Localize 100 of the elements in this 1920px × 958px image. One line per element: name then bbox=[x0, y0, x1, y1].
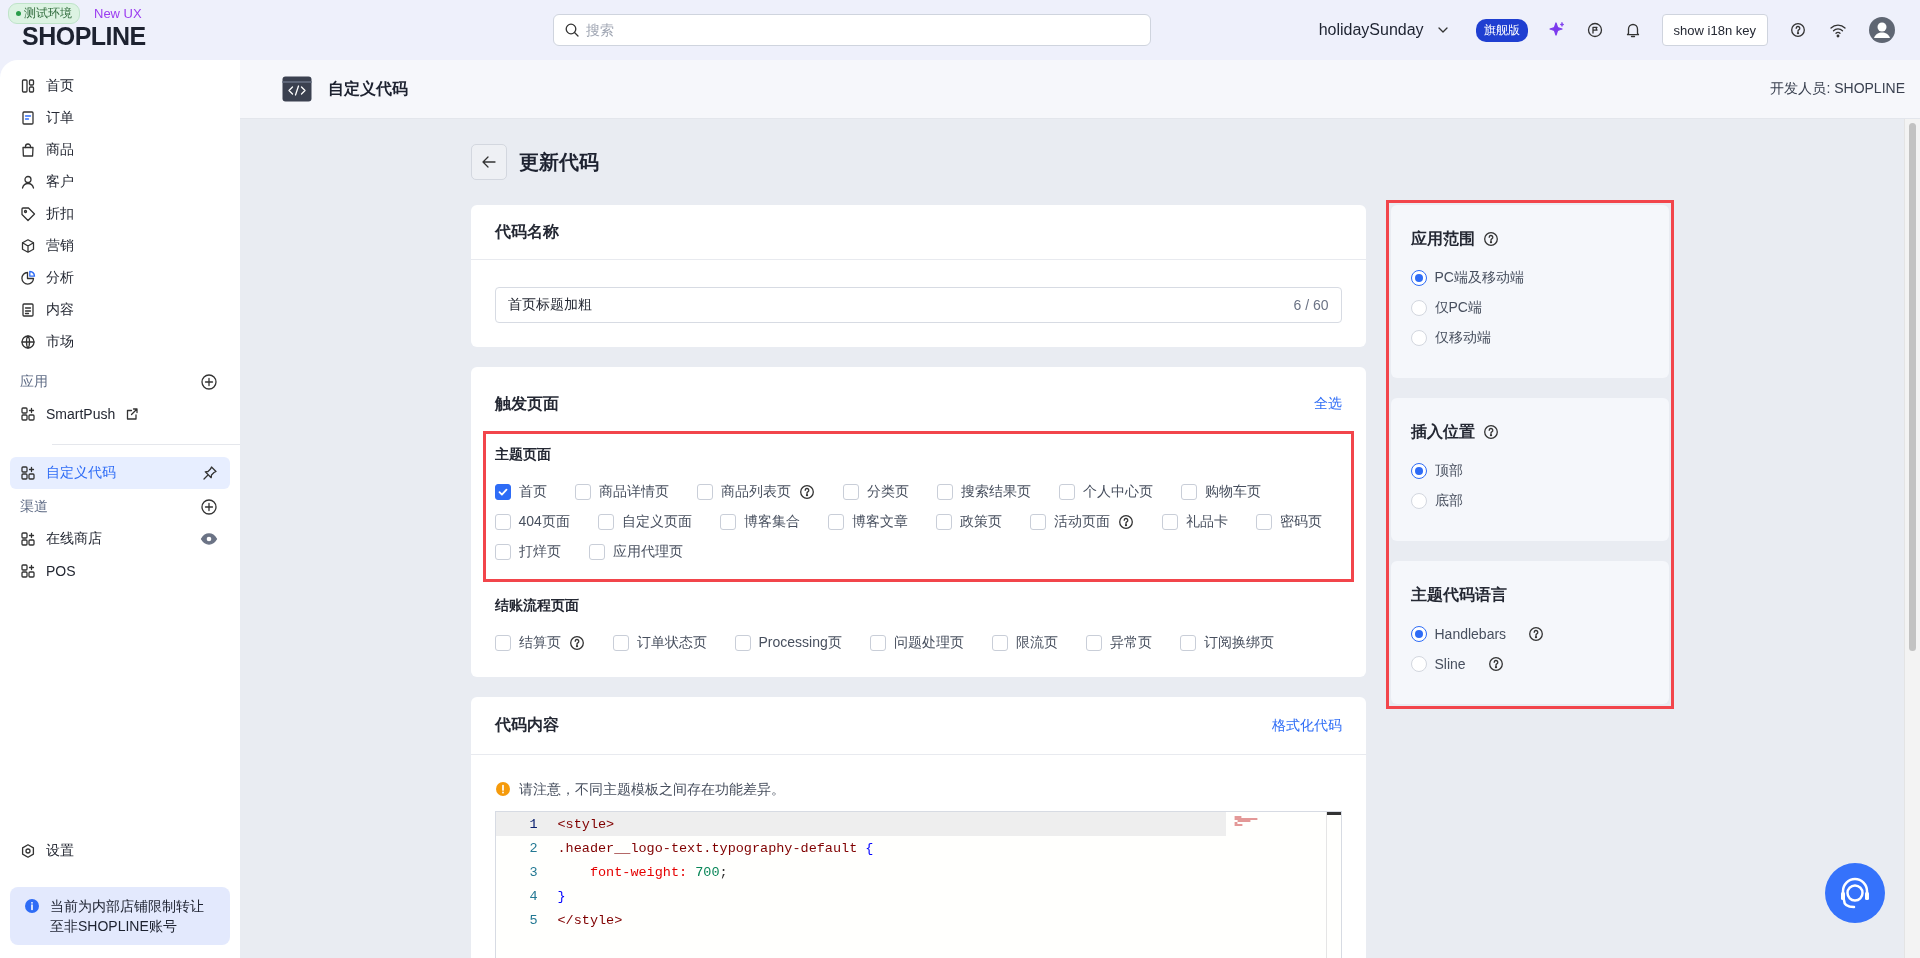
notice-text: 当前为内部店铺限制转让至非SHOPLINE账号 bbox=[50, 897, 204, 936]
store-switcher[interactable]: holidaySunday bbox=[1318, 21, 1450, 39]
help-icon bbox=[1482, 424, 1499, 440]
checkbox-label: 应用代理页 bbox=[612, 543, 683, 561]
help-icon bbox=[1528, 626, 1545, 642]
apps-icon bbox=[20, 531, 36, 547]
checkbox-label: 404页面 bbox=[518, 513, 570, 531]
checkbox-label: 限流页 bbox=[1015, 634, 1058, 652]
checkbox-label: 打烊页 bbox=[518, 543, 561, 561]
checkbox-label: 礼品卡 bbox=[1185, 513, 1228, 531]
sidebar-item[interactable]: 商品 bbox=[10, 134, 230, 166]
support-button[interactable] bbox=[1825, 863, 1885, 923]
checkbox-label: 问题处理页 bbox=[893, 634, 964, 652]
checkbox[interactable] bbox=[494, 484, 511, 500]
apps-icon bbox=[20, 563, 36, 579]
checkbox-label: 活动页面 bbox=[1053, 513, 1110, 531]
i18n-button[interactable]: show i18n key bbox=[1661, 14, 1768, 46]
search-field[interactable]: 搜索 bbox=[553, 14, 1151, 46]
document-icon bbox=[20, 302, 36, 318]
pie-chart-icon bbox=[20, 270, 36, 286]
sidebar-item[interactable]: 在线商店 bbox=[10, 523, 230, 555]
document-icon bbox=[20, 110, 36, 126]
check-icon bbox=[496, 486, 509, 498]
developer-label: 开发人员: SHOPLINE bbox=[1770, 80, 1905, 98]
radio-button[interactable] bbox=[1410, 626, 1427, 642]
apps-icon bbox=[20, 406, 36, 422]
radio-label: 仅移动端 bbox=[1434, 329, 1491, 347]
info-icon bbox=[24, 898, 40, 914]
checkbox-label: 商品列表页 bbox=[720, 483, 791, 501]
sidebar-item[interactable]: 营销 bbox=[10, 230, 230, 262]
sidebar-item[interactable]: 首页 bbox=[10, 70, 230, 102]
sidebar-item[interactable]: POS bbox=[10, 555, 230, 587]
checkbox-label: 博客文章 bbox=[851, 513, 908, 531]
help-icon bbox=[1117, 514, 1134, 530]
checkbox-label: 个人中心页 bbox=[1082, 483, 1153, 501]
sidebar-item[interactable]: 客户 bbox=[10, 166, 230, 198]
message-icon[interactable] bbox=[1585, 21, 1604, 39]
line-number: 4 bbox=[528, 888, 538, 904]
sidebar-item[interactable]: 分析 bbox=[10, 262, 230, 294]
section-title: 应用范围 bbox=[1410, 229, 1475, 249]
sidebar-item[interactable]: SmartPush bbox=[10, 398, 230, 430]
format-code-link[interactable]: 格式化代码 bbox=[1271, 716, 1342, 735]
back-button[interactable] bbox=[470, 144, 507, 180]
card-title: 代码名称 bbox=[494, 221, 559, 242]
bag-icon bbox=[20, 142, 36, 158]
add-icon[interactable] bbox=[200, 498, 218, 516]
add-icon[interactable] bbox=[200, 373, 218, 391]
radio-label: 仅PC端 bbox=[1434, 299, 1482, 317]
radio-label: PC端及移动端 bbox=[1434, 269, 1524, 287]
radio-label: Sline bbox=[1434, 656, 1466, 672]
checkbox-label: 商品详情页 bbox=[598, 483, 669, 501]
card-title: 触发页面 bbox=[494, 393, 559, 414]
sidebar-item[interactable]: 自定义代码 bbox=[10, 457, 230, 489]
search-input[interactable]: 搜索 bbox=[586, 16, 1140, 44]
radio-button[interactable] bbox=[1410, 270, 1427, 286]
layout-icon bbox=[20, 78, 36, 94]
sidebar-item[interactable]: 市场 bbox=[10, 326, 230, 358]
pin-icon[interactable] bbox=[202, 465, 218, 481]
sidebar-item[interactable]: 折扣 bbox=[10, 198, 230, 230]
avatar-icon[interactable] bbox=[1868, 16, 1896, 44]
sidebar-item[interactable]: 内容 bbox=[10, 294, 230, 326]
section-title: 主题代码语言 bbox=[1410, 585, 1507, 605]
name-field[interactable]: 首页标题加粗 6 / 60 bbox=[494, 287, 1342, 323]
group-title: 主题页面 bbox=[494, 445, 552, 464]
radio-label: 底部 bbox=[1434, 492, 1463, 510]
line-number: 3 bbox=[528, 864, 538, 880]
apps-icon bbox=[20, 465, 36, 481]
code-line: <style> bbox=[557, 816, 615, 832]
radio-label: Handlebars bbox=[1434, 626, 1507, 642]
help-icon bbox=[568, 635, 585, 651]
environment-badge: 测试环境 bbox=[8, 3, 80, 24]
checkbox-label: 自定义页面 bbox=[621, 513, 692, 531]
checkbox-label: 博客集合 bbox=[743, 513, 800, 531]
page-title: 自定义代码 bbox=[328, 78, 408, 99]
minimap-drawing bbox=[1233, 816, 1258, 826]
code-line: } bbox=[557, 888, 566, 904]
form-title: 更新代码 bbox=[518, 149, 599, 175]
globe-icon bbox=[20, 334, 36, 350]
section-title: 插入位置 bbox=[1410, 422, 1475, 442]
eye-icon[interactable] bbox=[200, 530, 218, 548]
checkbox-label: 订阅换绑页 bbox=[1203, 634, 1274, 652]
help-icon bbox=[798, 484, 815, 500]
checkbox-label: 分类页 bbox=[866, 483, 909, 501]
sidebar-item[interactable]: 设置 bbox=[10, 835, 230, 867]
radio-button[interactable] bbox=[1410, 463, 1427, 479]
select-all-link[interactable]: 全选 bbox=[1313, 395, 1342, 413]
checkbox-label: 异常页 bbox=[1109, 634, 1152, 652]
checkbox-label: 首页 bbox=[518, 483, 547, 501]
line-number: 1 bbox=[528, 816, 538, 832]
line-number: 5 bbox=[528, 912, 538, 928]
code-icon bbox=[282, 76, 312, 102]
checkbox-label: 政策页 bbox=[959, 513, 1002, 531]
logo: SHOPLINE bbox=[22, 23, 147, 49]
name-input[interactable]: 首页标题加粗 bbox=[507, 289, 1294, 321]
person-icon bbox=[20, 174, 36, 190]
code-line: </style> bbox=[557, 912, 623, 928]
line-number: 2 bbox=[528, 840, 538, 856]
help-icon[interactable] bbox=[1788, 20, 1808, 40]
sidebar-item[interactable]: 订单 bbox=[10, 102, 230, 134]
search-icon bbox=[564, 22, 580, 38]
